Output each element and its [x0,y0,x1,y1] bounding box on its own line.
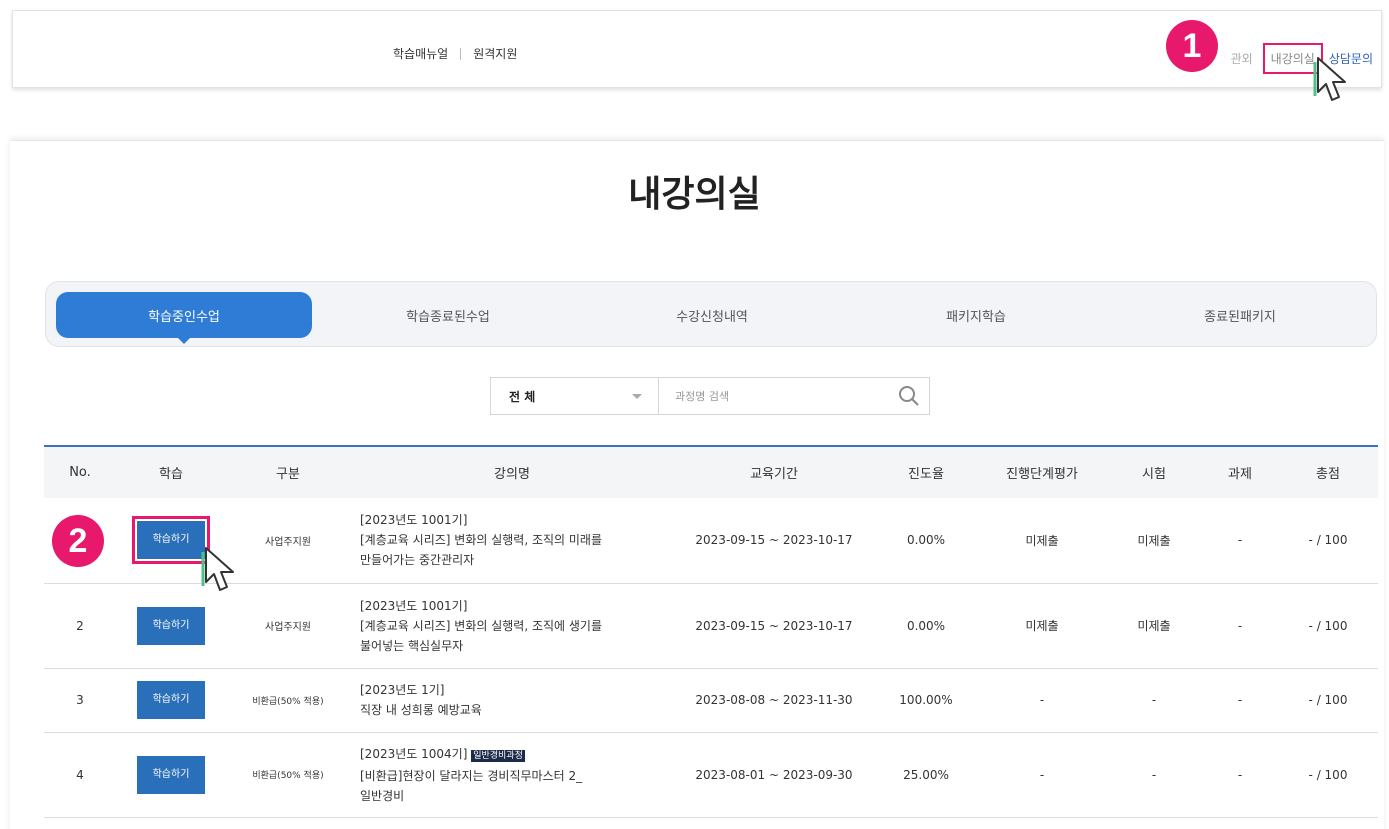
tab-bar: 학습중인수업 학습종료된수업 수강신청내역 패키지학습 종료된패키지 [45,281,1377,347]
pointer-cursor-icon [1313,57,1346,101]
course-title-line: 직장 내 성희롱 예방교육 [360,703,482,717]
row-period: 2023-09-15 ~ 2023-10-17 [695,618,853,633]
row-course-title[interactable]: [2023년도 1001기] [계층교육 시리즈] 변화의 실행력, 조직의 미… [350,498,674,583]
row-evaluation: - [1039,693,1045,707]
row-score: - / 100 [1308,767,1348,782]
pointer-cursor-icon [201,547,234,591]
tab-in-progress[interactable]: 학습중인수업 [56,292,312,344]
row-period: 2023-08-01 ~ 2023-09-30 [695,767,853,782]
table-header-row: No. 학습 구분 강의명 교육기간 진도율 진행단계평가 시험 과제 총점 [44,446,1378,498]
category-select-value: 전 체 [509,389,536,404]
row-course-title[interactable]: [2023년도 1기] 직장 내 성희롱 예방교육 [350,668,674,732]
col-header-progress: 진도율 [908,467,944,482]
course-table: No. 학습 구분 강의명 교육기간 진도율 진행단계평가 시험 과제 총점 학… [44,445,1378,818]
row-score: - / 100 [1308,618,1348,633]
course-title-line-text: [2023년도 1004기] [360,746,468,761]
category-select[interactable]: 전 체 [491,378,659,414]
table-row: 4 학습하기 비환급(50% 적용) [2023년도 1004기] 일반경비과정… [44,732,1378,817]
nav-divider [460,47,462,60]
row-score: - / 100 [1308,693,1348,707]
col-header-assignment: 과제 [1228,467,1252,482]
row-progress: 25.00% [903,767,949,782]
nav-remote-support-link[interactable]: 원격지원 [473,45,517,62]
course-title-line: 불어넣는 핵심실무자 [360,638,464,653]
col-header-evaluation: 진행단계평가 [1006,467,1078,482]
tab-completed[interactable]: 학습종료된수업 [320,292,576,338]
study-button[interactable]: 학습하기 [132,516,210,565]
col-header-total-score: 총점 [1316,467,1340,482]
course-title-line: [계층교육 시리즈] 변화의 실행력, 조직의 미래를 [360,533,603,548]
course-title-line: [2023년도 1001기] [360,513,468,528]
table-row: 2 학습하기 사업주지원 [2023년도 1001기] [계층교육 시리즈] 변… [44,583,1378,668]
row-exam: - [1151,767,1157,782]
row-score: - / 100 [1308,533,1348,548]
tab-enrollment-history[interactable]: 수강신청내역 [584,292,840,338]
row-no: 4 [76,767,84,782]
row-progress: 100.00% [899,693,953,707]
course-title-line: [비환급]현장이 달라지는 경비직무마스터 2_ [360,768,583,783]
nav-partial-link[interactable]: 관외 [1231,50,1253,67]
table-row: 학습하기 사업주지원 [2023년도 1001기] [계층교육 시리즈] 변화의… [44,498,1378,583]
col-header-no: No. [69,465,91,480]
row-progress: 0.00% [906,533,946,548]
tab-ended-packages[interactable]: 종료된패키지 [1112,292,1368,338]
row-exam: - [1151,693,1157,707]
course-title-line: 일반경비 [360,788,405,803]
col-header-exam: 시험 [1142,467,1166,482]
row-exam: 미제출 [1137,619,1171,633]
row-type: 비환급(50% 적용) [252,771,324,781]
row-period: 2023-08-08 ~ 2023-11-30 [695,693,853,707]
row-assignment: - [1237,618,1243,633]
course-title-line: [2023년도 1004기] 일반경비과정 [360,744,674,766]
row-evaluation: - [1039,767,1045,782]
course-title-line: 만들어가는 중간관리자 [360,553,475,568]
nav-manual-link[interactable]: 학습매뉴얼 [393,45,448,62]
top-nav: 학습매뉴얼 원격지원 [393,45,517,62]
study-button[interactable]: 학습하기 [137,681,205,719]
col-header-study: 학습 [159,467,183,482]
search-bar: 전 체 [490,377,930,415]
course-title-line: [2023년도 1기] [360,683,445,697]
col-header-type: 구분 [276,467,300,482]
row-assignment: - [1237,693,1243,707]
row-exam: 미제출 [1137,533,1171,548]
row-no: 2 [76,618,84,633]
row-type: 비환급(50% 적용) [252,696,324,707]
study-button[interactable]: 학습하기 [137,606,205,645]
row-evaluation: 미제출 [1025,533,1059,548]
col-header-period: 교육기간 [750,467,798,482]
page-title: 내강의실 [628,174,761,215]
row-evaluation: 미제출 [1025,619,1059,633]
row-assignment: - [1237,767,1243,782]
table-row: 3 학습하기 비환급(50% 적용) [2023년도 1기] 직장 내 성희롱 … [44,668,1378,732]
course-title-line: [2023년도 1001기] [360,598,468,613]
row-no: 3 [76,693,84,707]
chevron-down-icon [632,394,642,399]
row-type: 사업주지원 [265,622,311,633]
study-button[interactable]: 학습하기 [137,755,205,794]
row-type: 사업주지원 [265,536,311,548]
search-icon[interactable] [889,378,929,414]
row-period: 2023-09-15 ~ 2023-10-17 [695,533,853,548]
search-input[interactable] [659,378,889,414]
step-1-badge: 1 [1166,20,1218,72]
row-course-title[interactable]: [2023년도 1004기] 일반경비과정 [비환급]현장이 달라지는 경비직무… [350,732,674,817]
row-course-title[interactable]: [2023년도 1001기] [계층교육 시리즈] 변화의 실행력, 조직에 생… [350,583,674,668]
step-2-badge: 2 [52,515,104,567]
course-tag-badge: 일반경비과정 [471,749,525,762]
row-progress: 0.00% [906,618,946,633]
tab-package-study[interactable]: 패키지학습 [848,292,1104,338]
row-assignment: - [1237,533,1243,548]
col-header-course-name: 강의명 [494,467,530,482]
course-title-line: [계층교육 시리즈] 변화의 실행력, 조직에 생기를 [360,618,603,633]
